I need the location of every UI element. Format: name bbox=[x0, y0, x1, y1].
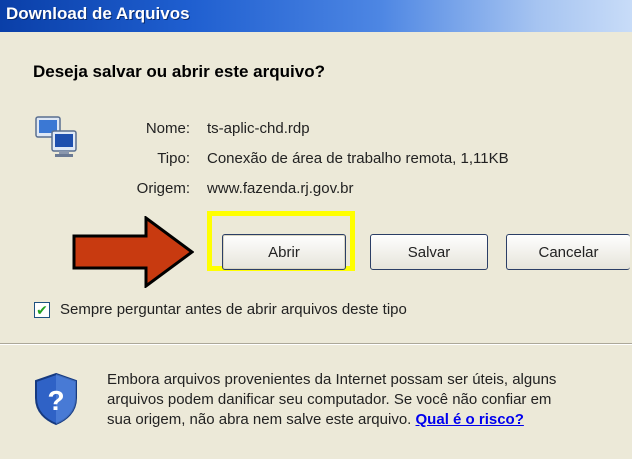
warning-line-3-text: sua origem, não abra nem salve este arqu… bbox=[107, 411, 416, 428]
always-ask-checkbox[interactable]: ✔ bbox=[34, 302, 50, 318]
warning-line-2: arquivos podem danificar seu computador.… bbox=[107, 391, 552, 408]
security-shield-icon: ? bbox=[35, 372, 77, 426]
window-title: Download de Arquivos bbox=[6, 4, 190, 23]
name-value: ts-aplic-chd.rdp bbox=[207, 120, 310, 137]
origin-label: Origem: bbox=[136, 180, 190, 197]
risk-link[interactable]: Qual é o risco? bbox=[416, 411, 524, 428]
dialog-question: Deseja salvar ou abrir este arquivo? bbox=[33, 62, 325, 81]
title-bar: Download de Arquivos bbox=[0, 0, 632, 32]
type-label: Tipo: bbox=[157, 150, 190, 167]
type-value: Conexão de área de trabalho remota, 1,11… bbox=[207, 150, 509, 167]
separator bbox=[0, 343, 632, 345]
save-button[interactable]: Salvar bbox=[370, 234, 488, 270]
red-arrow-annotation bbox=[72, 216, 194, 288]
open-button[interactable]: Abrir bbox=[222, 234, 346, 270]
warning-line-3: sua origem, não abra nem salve este arqu… bbox=[107, 410, 632, 430]
warning-line-1: Embora arquivos provenientes da Internet… bbox=[107, 371, 557, 388]
svg-text:?: ? bbox=[47, 385, 64, 416]
security-warning: Embora arquivos provenientes da Internet… bbox=[107, 370, 632, 430]
checkmark-icon: ✔ bbox=[36, 302, 48, 318]
origin-value: www.fazenda.rj.gov.br bbox=[207, 180, 354, 197]
name-label: Nome: bbox=[145, 120, 190, 137]
always-ask-label[interactable]: Sempre perguntar antes de abrir arquivos… bbox=[60, 301, 407, 318]
cancel-button[interactable]: Cancelar bbox=[506, 234, 630, 270]
